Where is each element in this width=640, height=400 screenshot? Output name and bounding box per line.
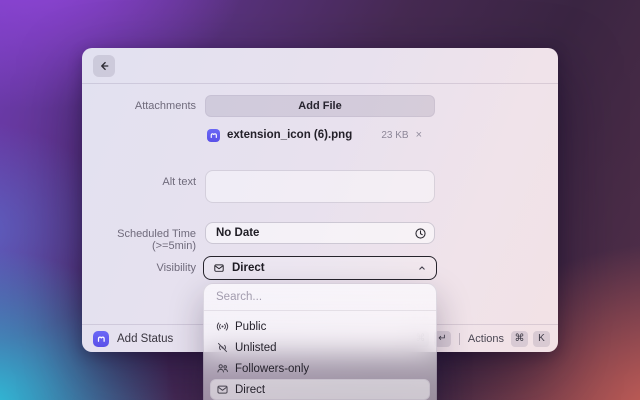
- chevron-up-icon: [417, 263, 427, 273]
- scheduled-time-value: No Date: [216, 227, 260, 239]
- scheduled-time-field[interactable]: No Date: [205, 222, 435, 244]
- alt-text-label: Alt text: [162, 176, 196, 188]
- visibility-value: Direct: [232, 262, 265, 274]
- remove-attachment-icon[interactable]: ×: [416, 129, 422, 141]
- cmd-key[interactable]: ⌘: [511, 330, 528, 347]
- followers-icon: [216, 362, 229, 375]
- file-type-icon: [207, 128, 220, 142]
- attachment-file-name: extension_icon (6).png: [227, 129, 353, 141]
- broadcast-off-icon: [216, 341, 229, 354]
- option-followers-only[interactable]: Followers-only: [210, 358, 430, 379]
- actions-label[interactable]: Actions: [468, 333, 504, 345]
- scheduled-time-label: Scheduled Time (>=5min): [117, 228, 196, 252]
- back-button[interactable]: [93, 55, 115, 77]
- footer-divider: [458, 332, 460, 345]
- add-status-icon: [93, 330, 109, 347]
- clock-icon: [414, 227, 427, 240]
- option-direct[interactable]: Direct: [210, 379, 430, 400]
- visibility-select[interactable]: Direct: [203, 256, 437, 280]
- add-file-button-label: Add File: [298, 100, 342, 112]
- option-label: Unlisted: [235, 341, 277, 354]
- option-label: Direct: [235, 383, 266, 396]
- option-public[interactable]: Public: [210, 316, 430, 337]
- attachments-label: Attachments: [134, 100, 196, 112]
- envelope-icon: [216, 383, 229, 396]
- visibility-label: Visibility: [156, 262, 196, 274]
- alt-text-input[interactable]: [205, 170, 435, 203]
- broadcast-icon: [216, 320, 229, 333]
- visibility-dropdown: Public Unlisted Followers-only Direct: [203, 283, 437, 400]
- option-label: Followers-only: [235, 362, 310, 375]
- arrow-left-icon: [98, 60, 110, 72]
- window-header: [82, 48, 558, 84]
- dropdown-search-input[interactable]: [204, 284, 436, 311]
- add-file-button[interactable]: Add File: [205, 95, 435, 117]
- k-key[interactable]: K: [533, 330, 550, 347]
- attachment-item: extension_icon (6).png 23 KB ×: [207, 124, 435, 146]
- option-label: Public: [235, 320, 267, 333]
- envelope-icon: [213, 262, 225, 274]
- add-status-title: Add Status: [117, 332, 174, 345]
- option-unlisted[interactable]: Unlisted: [210, 337, 430, 358]
- desktop-background: Attachments Add File extension_icon (6).…: [0, 0, 640, 400]
- attachment-file-size: 23 KB: [381, 129, 409, 141]
- visibility-options-list: Public Unlisted Followers-only Direct: [204, 311, 436, 400]
